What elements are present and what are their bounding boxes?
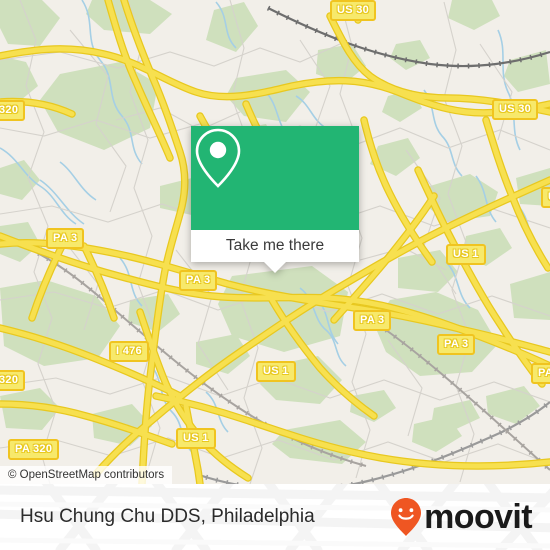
osm-attribution-text: © OpenStreetMap contributors (8, 469, 165, 481)
road-shield-pa320: PA 320 (8, 439, 60, 460)
road-shield-us1-edge: U (541, 187, 550, 208)
road-shield-pa-edge: PA (531, 363, 550, 384)
footer-bar: Hsu Chung Chu DDS, Philadelphia moovit (0, 484, 550, 550)
road-shield-us1-c: US 1 (176, 428, 216, 449)
road-shield-pa3-a: PA 3 (46, 228, 85, 249)
map-screenshot: US 30 US 30 320 PA 3 PA 3 US 1 U PA 3 PA… (0, 0, 550, 550)
popup-pointer (264, 262, 286, 273)
moovit-smile-pin-icon (391, 498, 422, 536)
moovit-logo[interactable]: moovit (390, 484, 533, 550)
destination-popup-card[interactable]: Take me there (191, 126, 359, 273)
road-shield-pa3-b: PA 3 (179, 270, 218, 291)
road-shield-i476: I 476 (109, 341, 149, 362)
road-shield-pa3-d: PA 3 (437, 334, 476, 355)
map-canvas[interactable]: US 30 US 30 320 PA 3 PA 3 US 1 U PA 3 PA… (0, 0, 550, 484)
road-shield-us1-a: US 1 (446, 244, 486, 265)
road-shield-us1-b: US 1 (256, 361, 296, 382)
road-shield-320-a: 320 (0, 100, 26, 121)
road-shield-us30-b: US 30 (492, 99, 539, 120)
take-me-there-button[interactable]: Take me there (191, 230, 359, 262)
popup-header (191, 126, 359, 230)
road-shield-us30-a: US 30 (330, 0, 377, 21)
osm-attribution[interactable]: © OpenStreetMap contributors (0, 466, 173, 484)
place-title: Hsu Chung Chu DDS, Philadelphia (20, 484, 315, 550)
road-shield-pa3-c: PA 3 (353, 310, 392, 331)
moovit-wordmark: moovit (424, 498, 532, 536)
location-pin-icon (195, 128, 241, 188)
take-me-there-label: Take me there (225, 237, 325, 254)
road-shield-320-b: 320 (0, 370, 26, 391)
place-title-text: Hsu Chung Chu DDS, Philadelphia (20, 506, 315, 527)
